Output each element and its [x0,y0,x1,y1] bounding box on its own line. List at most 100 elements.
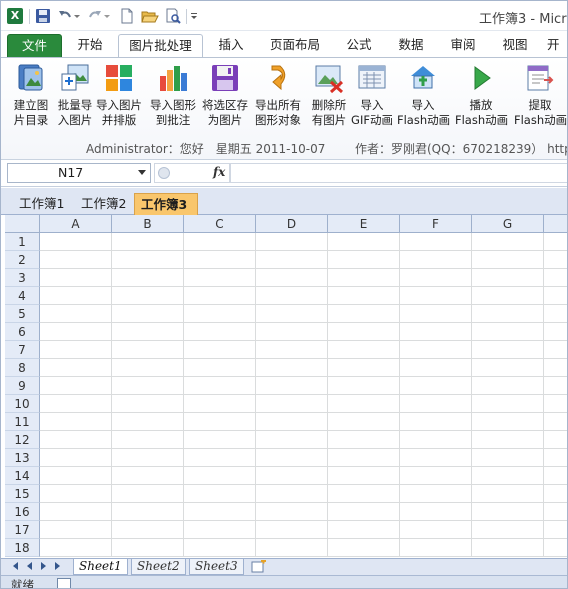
grid-cell[interactable] [184,467,256,485]
column-header[interactable] [544,215,567,233]
grid-cell[interactable] [40,377,112,395]
tab-insert[interactable]: 插入 [208,34,254,58]
grid-cell[interactable] [184,539,256,557]
column-header[interactable]: A [40,215,112,233]
grid-cell[interactable] [256,359,328,377]
grid-cell[interactable] [184,377,256,395]
tab-picture-batch[interactable]: 图片批处理 [118,34,203,59]
save-icon[interactable] [35,8,51,24]
grid-cell[interactable] [400,377,472,395]
grid-cell[interactable] [544,251,567,269]
tab-developer[interactable]: 开 [547,34,567,58]
column-header[interactable]: B [112,215,184,233]
grid-cell[interactable] [328,431,400,449]
grid-cell[interactable] [112,377,184,395]
grid-cell[interactable] [112,485,184,503]
grid-cell[interactable] [256,305,328,323]
row-header[interactable]: 14 [5,467,40,485]
row-header[interactable]: 9 [5,377,40,395]
chevron-down-icon[interactable] [138,170,146,175]
grid-cell[interactable] [256,269,328,287]
row-header[interactable]: 18 [5,539,40,557]
grid-cell[interactable] [400,485,472,503]
open-folder-icon[interactable] [141,8,159,24]
grid-cell[interactable] [544,503,567,521]
grid-cell[interactable] [184,395,256,413]
grid-cell[interactable] [400,539,472,557]
grid-cell[interactable] [184,287,256,305]
grid-cell[interactable] [400,341,472,359]
name-box[interactable]: N17 [7,163,151,183]
grid-cell[interactable] [256,539,328,557]
grid-cell[interactable] [544,323,567,341]
grid-cell[interactable] [328,485,400,503]
grid-cell[interactable] [472,359,544,377]
grid-cell[interactable] [112,341,184,359]
grid-cell[interactable] [256,287,328,305]
prev-sheet-icon[interactable] [27,562,32,570]
grid-cell[interactable] [40,323,112,341]
grid-cell[interactable] [400,251,472,269]
row-header[interactable]: 13 [5,449,40,467]
spreadsheet-grid[interactable]: A B C D E F G 1 2 3 4 5 6 7 8 9 10 11 12 13 14 15 16 17 18 [5,215,567,558]
grid-cell[interactable] [544,539,567,557]
grid-cell[interactable] [328,341,400,359]
formula-input[interactable] [230,163,567,183]
grid-cell[interactable] [112,305,184,323]
grid-cell[interactable] [472,413,544,431]
grid-cell[interactable] [256,485,328,503]
grid-cell[interactable] [40,251,112,269]
grid-cell[interactable] [400,269,472,287]
import-and-layout-button[interactable]: 导入图片 并排版 [93,62,145,134]
grid-cell[interactable] [184,359,256,377]
grid-cell[interactable] [544,467,567,485]
grid-cell[interactable] [400,305,472,323]
grid-cell[interactable] [256,251,328,269]
grid-cell[interactable] [184,521,256,539]
undo-icon[interactable] [57,8,73,24]
grid-cell[interactable] [400,413,472,431]
grid-cell[interactable] [472,305,544,323]
insert-function-button[interactable]: fx [213,165,225,179]
extract-flash-button[interactable]: 提取 Flash动画 [514,62,567,134]
grid-cell[interactable] [544,521,567,539]
row-header[interactable]: 17 [5,521,40,539]
workbook-tab-2[interactable]: 工作簿2 [75,193,132,215]
redo-icon[interactable] [87,8,103,24]
grid-cell[interactable] [400,323,472,341]
print-preview-icon[interactable] [165,8,181,24]
column-header[interactable]: E [328,215,400,233]
grid-cell[interactable] [472,503,544,521]
last-sheet-icon[interactable] [55,562,60,570]
excel-logo-icon[interactable]: X [7,8,23,24]
grid-cell[interactable] [184,269,256,287]
row-header[interactable]: 16 [5,503,40,521]
column-header[interactable]: D [256,215,328,233]
grid-cell[interactable] [112,323,184,341]
tab-file[interactable]: 文件 [7,34,62,58]
grid-cell[interactable] [472,539,544,557]
grid-cell[interactable] [328,395,400,413]
grid-cell[interactable] [40,539,112,557]
grid-cell[interactable] [400,395,472,413]
grid-cell[interactable] [544,449,567,467]
grid-cell[interactable] [40,467,112,485]
grid-cell[interactable] [184,503,256,521]
save-selection-as-picture-button[interactable]: 将选区存 为图片 [199,62,251,134]
first-sheet-icon[interactable] [13,562,18,570]
grid-cell[interactable] [112,287,184,305]
grid-cell[interactable] [328,539,400,557]
macro-record-icon[interactable] [57,578,71,588]
grid-cell[interactable] [472,287,544,305]
grid-cell[interactable] [544,287,567,305]
row-header[interactable]: 5 [5,305,40,323]
grid-cell[interactable] [112,233,184,251]
grid-cell[interactable] [40,449,112,467]
workbook-tab-3[interactable]: 工作簿3 [134,193,198,216]
grid-cell[interactable] [112,413,184,431]
grid-cell[interactable] [256,341,328,359]
expand-icon[interactable] [158,167,170,179]
row-header[interactable]: 8 [5,359,40,377]
tab-review[interactable]: 审阅 [441,34,485,58]
grid-cell[interactable] [400,233,472,251]
